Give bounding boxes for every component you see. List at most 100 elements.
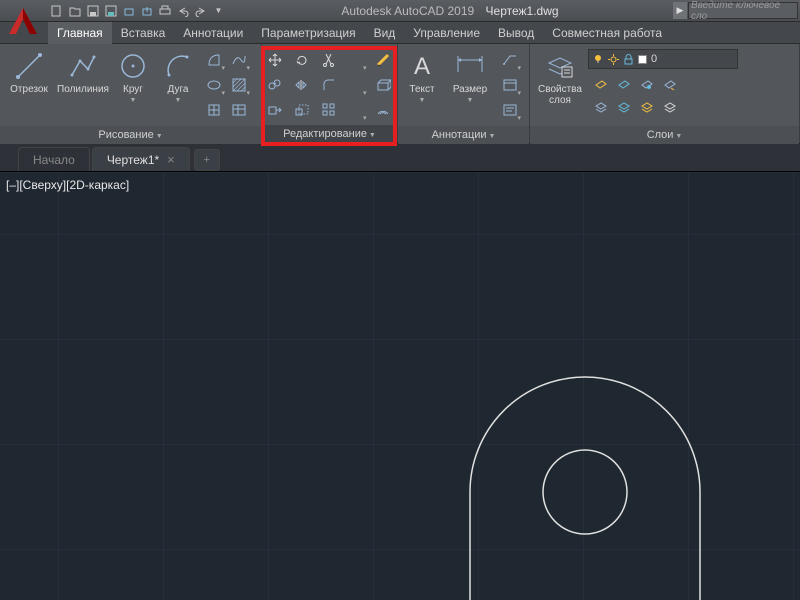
tab-output[interactable]: Вывод [489,22,543,44]
tab-parametric[interactable]: Параметризация [252,22,364,44]
table-button[interactable] [227,98,251,122]
text-label: Текст [409,84,434,95]
undo-icon[interactable] [174,2,191,19]
panel-edit: Редактирование [262,44,398,143]
dimension-icon [454,50,486,82]
saveas-icon[interactable] [102,2,119,19]
doctab-start-label: Начало [33,148,75,172]
layer-off-button[interactable] [588,72,612,96]
arc-label: Дуга [168,84,189,95]
array-button[interactable] [317,98,341,122]
qat-dropdown-icon[interactable]: ▼ [210,2,227,19]
redo-icon[interactable] [192,2,209,19]
layer-properties-button[interactable]: Свойства слоя [534,46,586,124]
dimension-button[interactable]: Размер ▼ [446,46,494,124]
ribbon-tabs: Главная Вставка Аннотации Параметризация… [0,22,800,44]
layer-state-button[interactable] [657,95,681,119]
layer-prev-button[interactable] [611,95,635,119]
app-logo[interactable] [2,0,44,44]
trim-dd-button[interactable] [344,48,368,72]
tab-collab[interactable]: Совместная работа [543,22,671,44]
layer-lock-button[interactable] [634,72,658,96]
fillet-dd-button[interactable] [344,73,368,97]
svg-text:A: A [414,53,430,80]
tab-view[interactable]: Вид [365,22,405,44]
layer-merge-button[interactable] [634,95,658,119]
array-dd-button[interactable] [344,98,368,122]
panel-layers-title[interactable]: Слои [530,126,799,144]
cloud-save-icon[interactable] [138,2,155,19]
file-name: Чертеж1.dwg [486,4,559,18]
polyline-button[interactable]: Полилиния [58,46,108,124]
mtext-button[interactable] [498,98,522,122]
tab-manage[interactable]: Управление [404,22,489,44]
leader-button[interactable] [498,48,522,72]
line-button[interactable]: Отрезок [4,46,54,124]
trim-button[interactable] [317,48,341,72]
layer-dropdown[interactable]: 0 [588,49,738,69]
table-annot-button[interactable] [498,73,522,97]
window-title: Autodesk AutoCAD 2019 Чертеж1.dwg [227,4,673,18]
quick-access-toolbar: ▼ [48,2,227,19]
tab-home[interactable]: Главная [48,22,112,44]
mirror-button[interactable] [290,73,314,97]
spline-button[interactable] [227,48,251,72]
viewport-label[interactable]: [–][Сверху][2D-каркас] [6,178,129,192]
save-icon[interactable] [84,2,101,19]
plot-icon[interactable] [156,2,173,19]
tab-annotations[interactable]: Аннотации [174,22,252,44]
text-icon: A [406,50,438,82]
scale-button[interactable] [290,98,314,122]
doctab-start[interactable]: Начало [18,147,90,171]
tab-insert[interactable]: Вставка [112,22,175,44]
drawing-object [430,352,740,600]
region-button[interactable] [202,98,226,122]
explode-button[interactable] [371,73,395,97]
color-swatch [638,55,647,64]
close-icon[interactable]: × [167,148,175,172]
cloud-open-icon[interactable] [120,2,137,19]
doctab-add-button[interactable]: + [194,149,220,171]
text-button[interactable]: A Текст ▼ [402,46,442,124]
bulb-icon [593,54,604,65]
stretch-button[interactable] [263,98,287,122]
panel-draw: Отрезок Полилиния Круг ▼ Дуга ▼ [0,44,262,143]
polygon-button[interactable] [202,48,226,72]
drawing-canvas[interactable]: /*grid drawn below via loop-free static … [0,172,800,600]
panel-layers: Свойства слоя 0 [530,44,800,143]
search-input[interactable]: Введите ключевое сло [688,2,798,19]
sun-icon [608,54,619,65]
new-icon[interactable] [48,2,65,19]
fillet-button[interactable] [317,73,341,97]
ribbon: Отрезок Полилиния Круг ▼ Дуга ▼ [0,44,800,144]
layer-props-label: Свойства слоя [538,84,582,106]
dimension-label: Размер [453,84,487,95]
polyline-icon [67,50,99,82]
polyline-label: Полилиния [57,84,109,95]
arc-button[interactable]: Дуга ▼ [158,46,198,124]
chevron-down-icon: ▼ [419,97,426,104]
erase-button[interactable] [371,48,395,72]
circle-label: Круг [123,84,143,95]
doctab-drawing[interactable]: Чертеж1* × [92,147,190,171]
move-button[interactable] [263,48,287,72]
panel-edit-title[interactable]: Редактирование [262,125,397,143]
doctab-drawing-label: Чертеж1* [107,148,159,172]
offset-button[interactable] [371,98,395,122]
chevron-down-icon: ▼ [130,97,137,104]
panel-annot: A Текст ▼ Размер ▼ Аннотации [398,44,530,143]
layer-freeze-button[interactable] [611,72,635,96]
panel-annot-title[interactable]: Аннотации [398,126,529,144]
open-icon[interactable] [66,2,83,19]
panel-draw-title[interactable]: Рисование [0,126,261,144]
search-arrow-icon[interactable]: ▶ [673,2,687,19]
layer-match-button[interactable] [657,72,681,96]
copy-button[interactable] [263,73,287,97]
titlebar: ▼ Autodesk AutoCAD 2019 Чертеж1.dwg ▶ Вв… [0,0,800,22]
document-tabs: Начало Чертеж1* × + [0,144,800,172]
ellipse-button[interactable] [202,73,226,97]
hatch-button[interactable] [227,73,251,97]
circle-button[interactable]: Круг ▼ [112,46,154,124]
layer-iso-button[interactable] [588,95,612,119]
rotate-button[interactable] [290,48,314,72]
